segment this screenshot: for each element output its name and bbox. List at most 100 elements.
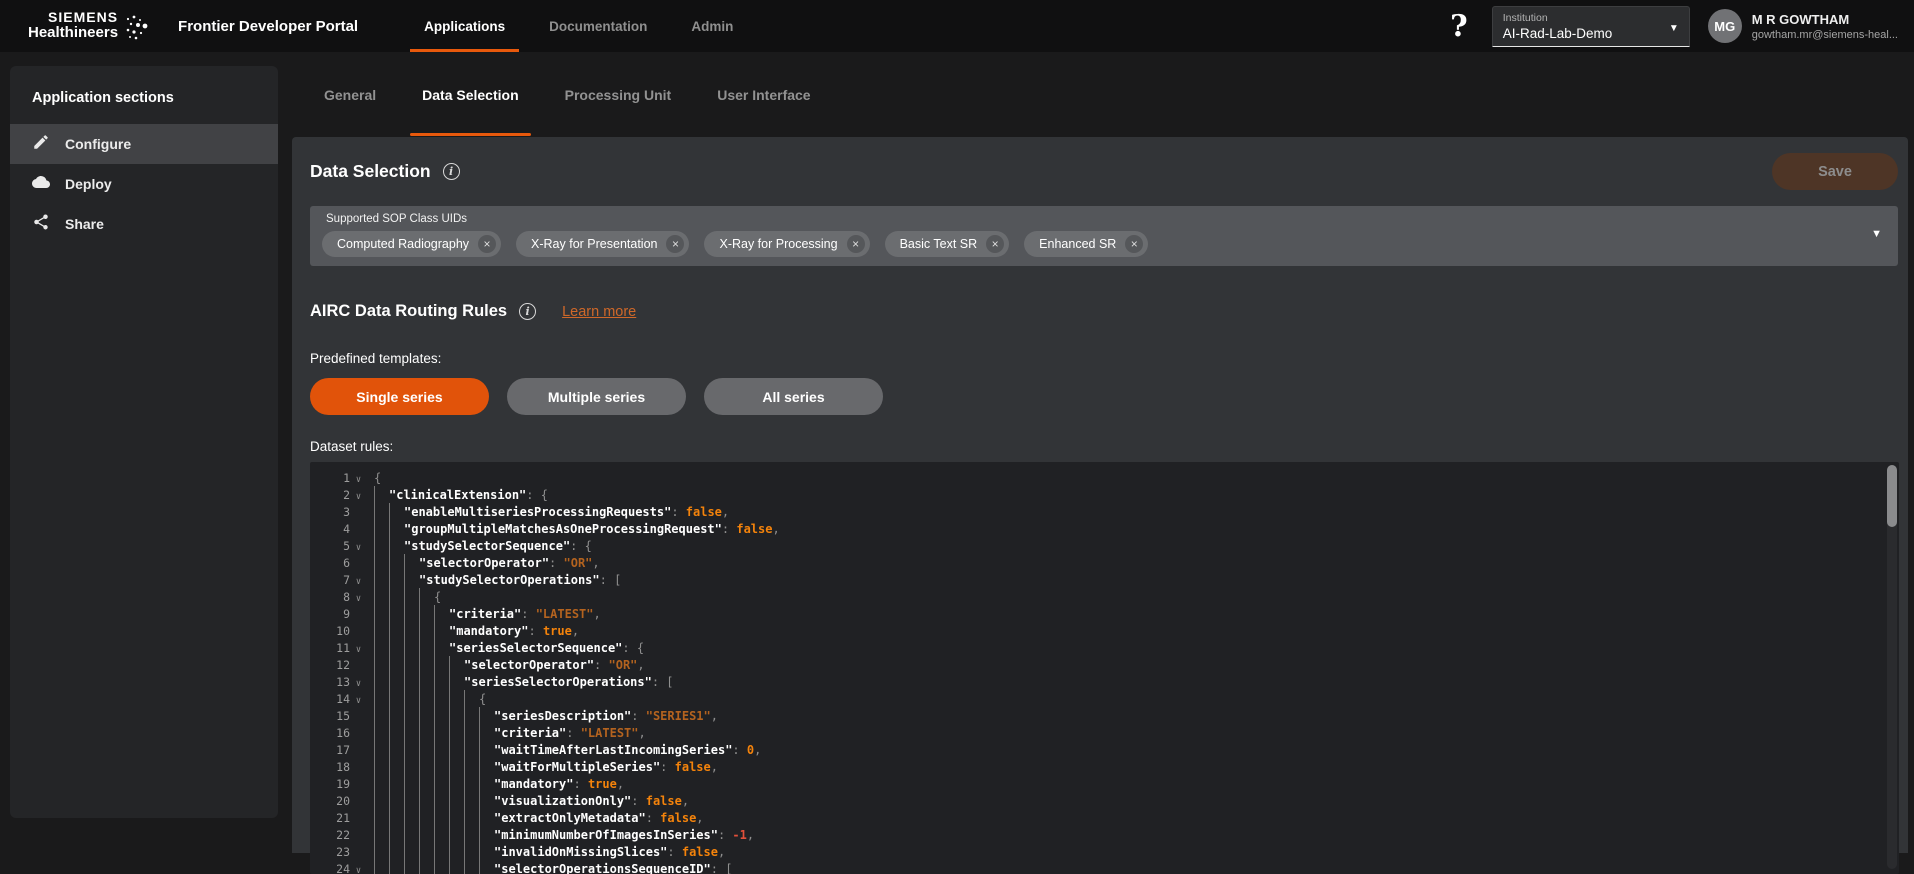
fold-spacer <box>350 714 367 718</box>
line-number: 13 <box>310 675 350 689</box>
indent-guide <box>449 690 464 707</box>
indent-guide <box>404 622 419 639</box>
tab-label: General <box>324 87 376 103</box>
editor-scrollbar-thumb[interactable] <box>1887 465 1897 527</box>
indent-guide <box>404 639 419 656</box>
indent-guide <box>374 554 389 571</box>
indent-guide <box>479 758 494 775</box>
line-number: 21 <box>310 811 350 825</box>
token-p: , <box>637 658 644 672</box>
indent-guide <box>404 571 419 588</box>
sop-class-uids-select[interactable]: Supported SOP Class UIDs Computed Radiog… <box>310 206 1898 266</box>
sop-chip: Computed Radiography× <box>322 231 501 257</box>
indent-guide <box>374 622 389 639</box>
user-menu[interactable]: MG M R GOWTHAM gowtham.mr@siemens-heal..… <box>1708 9 1898 43</box>
tab-user-interface[interactable]: User Interface <box>711 52 816 137</box>
indent-guide <box>374 571 389 588</box>
tab-data-selection[interactable]: Data Selection <box>416 52 524 137</box>
indent-guide <box>419 707 434 724</box>
fold-toggle-icon[interactable]: ∨ <box>350 641 367 655</box>
dataset-rules-code-editor[interactable]: 1∨{2∨"clinicalExtension": {3"enableMulti… <box>310 462 1899 874</box>
fold-toggle-icon[interactable]: ∨ <box>350 539 367 553</box>
fold-toggle-icon[interactable]: ∨ <box>350 488 367 502</box>
fold-toggle-icon[interactable]: ∨ <box>350 675 367 689</box>
indent-guide <box>404 809 419 826</box>
tab-general[interactable]: General <box>318 52 382 137</box>
close-icon[interactable]: × <box>478 235 496 253</box>
code-line: 7∨"studySelectorOperations": [ <box>310 571 1899 588</box>
indent-guide <box>464 690 479 707</box>
token-s: "SERIES1" <box>646 709 711 723</box>
sidebar-item-deploy[interactable]: Deploy <box>10 164 278 204</box>
token-p: : <box>722 522 736 536</box>
indent-guide <box>464 809 479 826</box>
code-content: "groupMultipleMatchesAsOneProcessingRequ… <box>374 520 780 537</box>
code-line: 21"extractOnlyMetadata": false, <box>310 809 1899 826</box>
fold-toggle-icon[interactable]: ∨ <box>350 692 367 706</box>
nav-item-applications[interactable]: Applications <box>420 0 509 52</box>
line-number: 22 <box>310 828 350 842</box>
template-button-single-series[interactable]: Single series <box>310 378 489 415</box>
indent-guide <box>374 588 389 605</box>
indent-guide <box>389 792 404 809</box>
info-icon[interactable]: i <box>443 163 460 180</box>
header-nav: Applications Documentation Admin <box>420 0 737 52</box>
token-p: : [ <box>652 675 674 689</box>
institution-select[interactable]: Institution AI-Rad-Lab-Demo ▼ <box>1492 6 1690 47</box>
template-button-all-series[interactable]: All series <box>704 378 883 415</box>
sidebar-item-share[interactable]: Share <box>10 204 278 244</box>
sidebar-item-configure[interactable]: Configure <box>10 124 278 164</box>
indent-guide <box>389 537 404 554</box>
indent-guide <box>374 520 389 537</box>
nav-item-documentation[interactable]: Documentation <box>545 0 651 52</box>
indent-guide <box>389 826 404 843</box>
fold-toggle-icon[interactable]: ∨ <box>350 573 367 587</box>
indent-guide <box>389 724 404 741</box>
indent-guide <box>374 809 389 826</box>
indent-guide <box>464 775 479 792</box>
fold-spacer <box>350 527 367 531</box>
save-button[interactable]: Save <box>1772 153 1898 190</box>
pencil-icon <box>32 133 50 156</box>
nav-item-admin[interactable]: Admin <box>687 0 737 52</box>
close-icon[interactable]: × <box>666 235 684 253</box>
info-icon[interactable]: i <box>519 303 536 320</box>
fold-toggle-icon[interactable]: ∨ <box>350 590 367 604</box>
code-content: "selectorOperationsSequenceID": [ <box>374 860 732 874</box>
token-b: false <box>736 522 772 536</box>
fold-toggle-icon[interactable]: ∨ <box>350 862 367 874</box>
app-header: SIEMENS Healthineers Frontier Developer … <box>0 0 1914 52</box>
indent-guide <box>374 826 389 843</box>
indent-guide <box>449 741 464 758</box>
learn-more-link[interactable]: Learn more <box>562 304 636 320</box>
indent-guide <box>449 792 464 809</box>
indent-guide <box>389 673 404 690</box>
code-line: 4"groupMultipleMatchesAsOneProcessingReq… <box>310 520 1899 537</box>
indent-guide <box>479 792 494 809</box>
line-number: 10 <box>310 624 350 638</box>
sidebar-title: Application sections <box>10 76 278 116</box>
sidebar: Application sections ConfigureDeployShar… <box>10 66 278 818</box>
code-content: "criteria": "LATEST", <box>374 724 646 741</box>
line-number: 16 <box>310 726 350 740</box>
close-icon[interactable]: × <box>847 235 865 253</box>
code-line: 8∨{ <box>310 588 1899 605</box>
indent-guide <box>389 809 404 826</box>
template-button-multiple-series[interactable]: Multiple series <box>507 378 686 415</box>
indent-guide <box>449 656 464 673</box>
close-icon[interactable]: × <box>986 235 1004 253</box>
code-line: 16 "criteria": "LATEST", <box>310 724 1899 741</box>
indent-guide <box>404 656 419 673</box>
sidebar-items: ConfigureDeployShare <box>10 124 278 244</box>
token-k: "criteria" <box>494 726 566 740</box>
line-number: 15 <box>310 709 350 723</box>
fold-toggle-icon[interactable]: ∨ <box>350 471 367 485</box>
tab-processing-unit[interactable]: Processing Unit <box>559 52 678 137</box>
help-icon[interactable]: ? <box>1450 9 1468 44</box>
code-line: 23"invalidOnMissingSlices": false, <box>310 843 1899 860</box>
token-k: "mandatory" <box>494 777 573 791</box>
indent-guide <box>479 707 494 724</box>
code-content: "studySelectorSequence": { <box>374 537 592 554</box>
close-icon[interactable]: × <box>1125 235 1143 253</box>
token-k: "waitTimeAfterLastIncomingSeries" <box>494 743 732 757</box>
